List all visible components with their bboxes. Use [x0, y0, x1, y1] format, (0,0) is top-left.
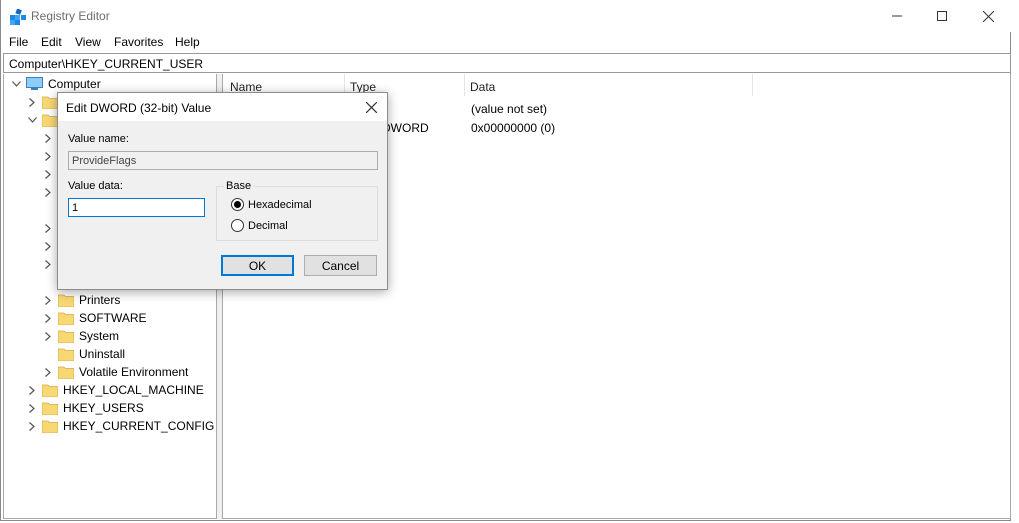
radio-label-decimal: Decimal — [248, 219, 288, 232]
chevron-right-icon[interactable] — [42, 312, 54, 324]
tree-label: Volatile Environment — [79, 365, 189, 379]
ok-button[interactable]: OK — [221, 255, 294, 276]
tree-label: Uninstall — [79, 347, 126, 361]
radio-label-hexadecimal: Hexadecimal — [248, 198, 312, 211]
folder-icon — [57, 311, 75, 326]
folder-open-icon — [41, 113, 59, 128]
chevron-down-icon[interactable] — [10, 78, 22, 90]
menu-bar: File Edit View Favorites Help — [1, 32, 1012, 52]
value-data-cell[interactable]: (value not set) — [471, 102, 547, 116]
chevron-right-icon[interactable] — [42, 258, 54, 270]
edit-dword-dialog: Edit DWORD (32-bit) Value Value name: Pr… — [57, 92, 388, 290]
chevron-right-icon[interactable] — [26, 420, 38, 432]
dialog-title: Edit DWORD (32-bit) Value — [66, 101, 212, 115]
tree-item-system[interactable]: System — [42, 327, 119, 345]
chevron-down-icon[interactable] — [26, 114, 38, 126]
cancel-button[interactable]: Cancel — [304, 255, 377, 276]
minimize-icon — [892, 15, 902, 17]
maximize-button[interactable] — [919, 0, 965, 32]
tree-label: SOFTWARE — [79, 311, 147, 325]
column-header-data[interactable]: Data — [463, 74, 753, 96]
folder-icon — [41, 383, 59, 398]
tree-item-uninstall[interactable]: Uninstall — [57, 345, 126, 363]
registry-app-icon — [10, 9, 26, 25]
close-icon — [982, 10, 994, 22]
tree-item-subkey[interactable] — [42, 165, 58, 183]
tree-label-computer: Computer — [48, 77, 101, 91]
radio-decimal[interactable]: Decimal — [231, 219, 288, 232]
tree-item-volatile-environment[interactable]: Volatile Environment — [42, 363, 188, 381]
base-groupbox — [216, 186, 378, 241]
value-data-label: Value data: — [68, 180, 123, 192]
folder-icon — [41, 419, 59, 434]
minimize-button[interactable] — [874, 0, 920, 32]
tree-label: HKEY_LOCAL_MACHINE — [63, 383, 204, 397]
menu-file[interactable]: File — [9, 35, 28, 49]
tree-item-subkey[interactable] — [42, 219, 58, 237]
menu-favorites[interactable]: Favorites — [114, 35, 163, 49]
value-type-cell: DWORD — [382, 121, 429, 135]
address-bar[interactable]: Computer\HKEY_CURRENT_USER — [3, 53, 1011, 73]
chevron-right-icon[interactable] — [42, 330, 54, 342]
tree-item-subkey[interactable] — [42, 183, 58, 201]
value-data-input[interactable]: 1 — [68, 198, 205, 217]
close-button[interactable] — [965, 0, 1011, 32]
base-group-title: Base — [224, 180, 254, 192]
tree-item-subkey[interactable] — [42, 129, 58, 147]
tree-item-subkey[interactable] — [42, 255, 58, 273]
tree-item-hklm[interactable]: HKEY_LOCAL_MACHINE — [26, 381, 204, 399]
value-name-field: ProvideFlags — [68, 151, 378, 170]
folder-icon — [57, 293, 75, 308]
address-path: Computer\HKEY_CURRENT_USER — [9, 57, 204, 71]
chevron-right-icon[interactable] — [26, 384, 38, 396]
maximize-icon — [937, 11, 947, 21]
chevron-right-icon[interactable] — [42, 240, 54, 252]
tree-item-software[interactable]: SOFTWARE — [42, 309, 147, 327]
tree-item-subkey[interactable] — [42, 237, 58, 255]
window-title: Registry Editor — [31, 9, 110, 23]
chevron-right-icon[interactable] — [42, 222, 54, 234]
close-icon — [365, 101, 377, 113]
folder-icon — [41, 401, 59, 416]
radio-checked-icon[interactable] — [231, 198, 244, 211]
title-bar[interactable]: Registry Editor — [1, 0, 1012, 32]
menu-view[interactable]: View — [75, 35, 101, 49]
radio-unchecked-icon[interactable] — [231, 219, 244, 232]
chevron-right-icon[interactable] — [42, 132, 54, 144]
computer-icon — [26, 77, 43, 90]
dialog-title-bar[interactable]: Edit DWORD (32-bit) Value — [58, 93, 387, 121]
chevron-right-icon[interactable] — [42, 168, 54, 180]
registry-editor-window: Registry Editor File Edit View Favorites… — [0, 0, 1012, 521]
tree-label: HKEY_CURRENT_CONFIG — [63, 419, 215, 433]
folder-icon — [41, 95, 59, 110]
menu-edit[interactable]: Edit — [41, 35, 62, 49]
value-name-label: Value name: — [68, 133, 129, 145]
tree-label: Printers — [79, 293, 121, 307]
folder-icon — [57, 347, 75, 362]
chevron-right-icon[interactable] — [42, 150, 54, 162]
folder-icon — [57, 365, 75, 380]
chevron-right-icon[interactable] — [42, 366, 54, 378]
tree-item-hkcc[interactable]: HKEY_CURRENT_CONFIG — [26, 417, 214, 435]
tree-item-printers[interactable]: Printers — [42, 291, 120, 309]
tree-item-computer[interactable]: Computer — [10, 75, 101, 93]
radio-hexadecimal[interactable]: Hexadecimal — [231, 198, 312, 211]
tree-item-hku[interactable]: HKEY_USERS — [26, 399, 144, 417]
tree-item-subkey[interactable] — [42, 147, 58, 165]
value-data-cell[interactable]: 0x00000000 (0) — [471, 121, 555, 135]
tree-label: HKEY_USERS — [63, 401, 144, 415]
chevron-right-icon[interactable] — [42, 186, 54, 198]
folder-icon — [57, 329, 75, 344]
tree-label: System — [79, 329, 120, 343]
chevron-right-icon[interactable] — [42, 294, 54, 306]
menu-help[interactable]: Help — [175, 35, 200, 49]
chevron-right-icon[interactable] — [26, 96, 38, 108]
chevron-right-icon[interactable] — [26, 402, 38, 414]
dialog-close-button[interactable] — [360, 97, 382, 117]
